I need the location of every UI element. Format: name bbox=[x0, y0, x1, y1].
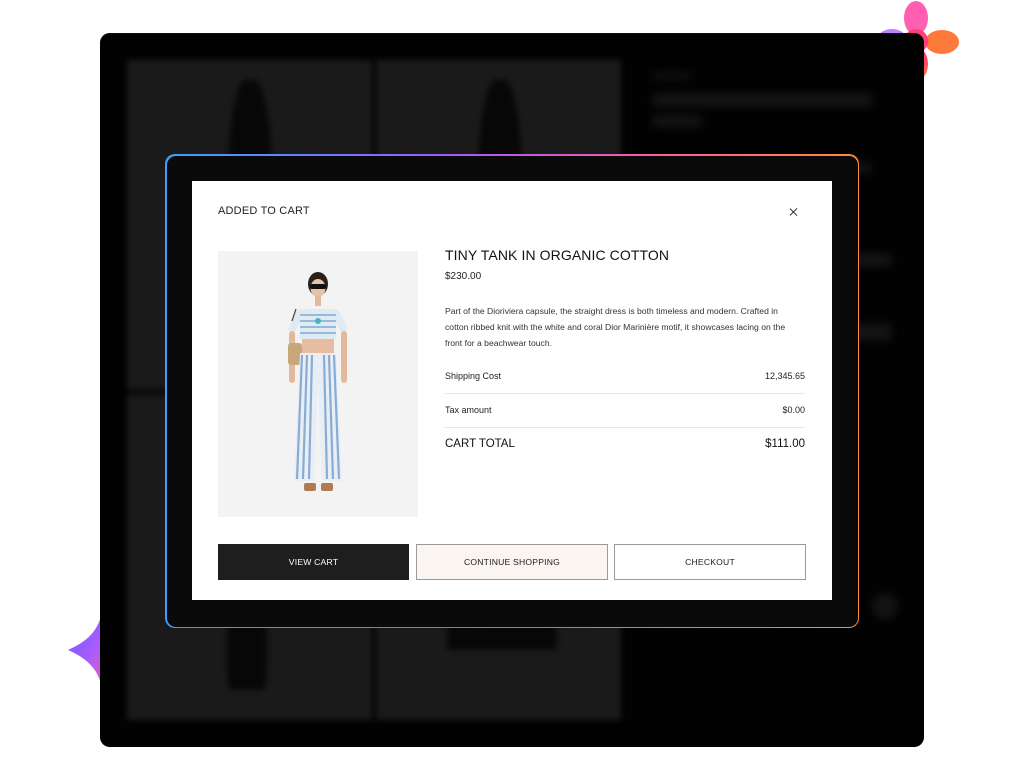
product-name: TINY TANK IN ORGANIC COTTON bbox=[445, 247, 670, 263]
checkout-button[interactable]: CHECKOUT bbox=[614, 544, 806, 580]
cart-total-row: CART TOTAL $111.00 bbox=[445, 438, 805, 452]
shipping-value: 12,345.65 bbox=[764, 371, 805, 381]
tax-label: Tax amount bbox=[445, 405, 492, 415]
tax-row: Tax amount $0.00 bbox=[445, 405, 805, 419]
cart-total-value: $111.00 bbox=[765, 438, 805, 450]
added-to-cart-modal: ADDED TO CART TINY TANK IN ORGANIC COTTO… bbox=[192, 181, 832, 600]
tax-value: $0.00 bbox=[782, 405, 805, 415]
view-cart-button[interactable]: VIEW CART bbox=[218, 544, 409, 580]
divider bbox=[445, 427, 805, 428]
divider bbox=[445, 393, 805, 394]
continue-shopping-button[interactable]: CONTINUE SHOPPING bbox=[416, 544, 608, 580]
modal-title: ADDED TO CART bbox=[218, 205, 310, 217]
model-figure bbox=[288, 272, 348, 491]
shipping-label: Shipping Cost bbox=[445, 371, 502, 381]
product-price: $230.00 bbox=[445, 271, 482, 282]
product-description: Part of the Dioriviera capsule, the stra… bbox=[445, 306, 786, 348]
close-icon[interactable] bbox=[786, 205, 802, 221]
product-image bbox=[218, 251, 418, 517]
cart-total-label: CART TOTAL bbox=[445, 438, 515, 450]
shipping-row: Shipping Cost 12,345.65 bbox=[445, 371, 805, 385]
